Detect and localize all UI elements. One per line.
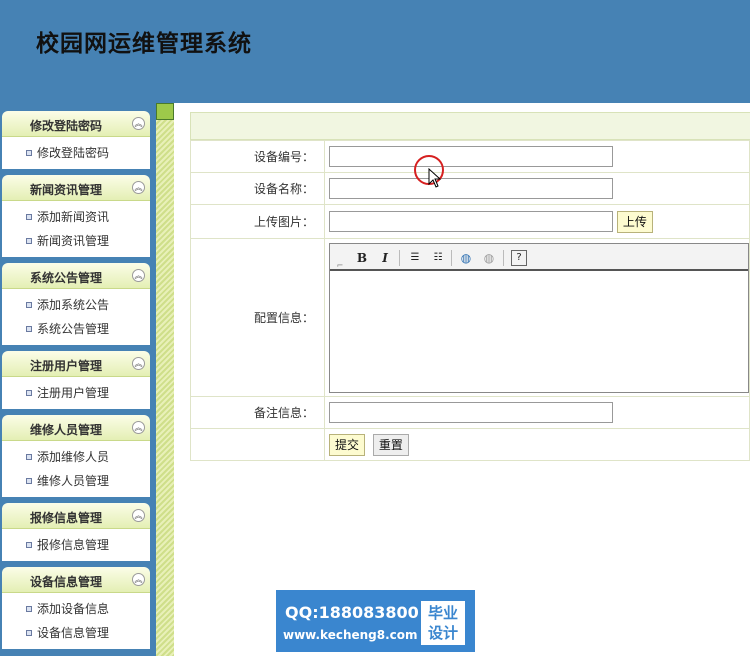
sidebar-item-manage-notice[interactable]: 系统公告管理 <box>2 317 150 341</box>
mouse-pointer-icon <box>428 168 442 188</box>
sidebar-group-header[interactable]: 修改登陆密码 ︽ <box>2 111 150 137</box>
image-path-input[interactable] <box>329 211 613 232</box>
sidebar-item-add-news[interactable]: 添加新闻资讯 <box>2 205 150 229</box>
collapse-icon[interactable]: ︽ <box>132 117 145 130</box>
help-icon[interactable]: ? <box>511 249 527 266</box>
sidebar-group-header[interactable]: 新闻资讯管理 ︽ <box>2 175 150 201</box>
sidebar-group-title: 报修信息管理 <box>29 511 102 525</box>
bullet-icon <box>26 542 32 548</box>
bullet-icon <box>26 606 32 612</box>
toolbar-grip-icon: ⌐ <box>336 260 344 270</box>
watermark-badge-line1: 毕业 <box>427 604 458 622</box>
actions-label-cell <box>190 428 325 461</box>
collapse-icon[interactable]: ︽ <box>132 421 145 434</box>
submit-button[interactable]: 提交 <box>329 433 366 456</box>
toolbar-separator <box>503 249 504 266</box>
upload-label: 上传图片： <box>190 204 325 239</box>
bullet-icon <box>26 150 32 156</box>
watermark-badge-line2: 设计 <box>427 624 458 642</box>
watermark-qq: QQ:188083800 <box>285 603 419 622</box>
sidebar-group-devices: 设备信息管理 ︽ 添加设备信息 设备信息管理 <box>2 567 150 649</box>
editor-toolbar: ⌐ B I ☰ ☷ ◍ ◍ ? <box>330 243 748 271</box>
ordered-list-icon[interactable]: ☰ <box>407 250 423 266</box>
sidebar: 修改登陆密码 ︽ 修改登陆密码 新闻资讯管理 ︽ 添加新闻资讯 新闻资讯管理 系… <box>0 103 156 656</box>
sidebar-group-repairs: 报修信息管理 ︽ 报修信息管理 <box>2 503 150 561</box>
sidebar-group-title: 系统公告管理 <box>29 271 102 285</box>
toggle-sidebar-icon[interactable] <box>156 103 174 120</box>
device-form: 设备编号： 设备名称： 上传图片： 上传 配置信息： ⌐ B I ☰ ☷ ◍ ◍… <box>190 112 750 461</box>
sidebar-item-add-repairman[interactable]: 添加维修人员 <box>2 445 150 469</box>
device-no-input[interactable] <box>329 146 613 167</box>
sidebar-group-header[interactable]: 报修信息管理 ︽ <box>2 503 150 529</box>
remark-input[interactable] <box>329 402 613 423</box>
collapse-icon[interactable]: ︽ <box>132 357 145 370</box>
collapse-icon[interactable]: ︽ <box>132 509 145 522</box>
bullet-icon <box>26 478 32 484</box>
toolbar-separator <box>399 249 400 266</box>
sidebar-group-title: 新闻资讯管理 <box>29 183 102 197</box>
collapse-icon[interactable]: ︽ <box>132 573 145 586</box>
sidebar-item-add-notice[interactable]: 添加系统公告 <box>2 293 150 317</box>
remove-link-icon[interactable]: ◍ <box>481 250 497 266</box>
upload-button[interactable]: 上传 <box>616 210 653 233</box>
editor-content-area[interactable] <box>330 271 748 392</box>
sidebar-group-title: 设备信息管理 <box>29 575 102 589</box>
device-name-input[interactable] <box>329 178 613 199</box>
sidebar-group-header[interactable]: 设备信息管理 ︽ <box>2 567 150 593</box>
bullet-icon <box>26 326 32 332</box>
unordered-list-icon[interactable]: ☷ <box>430 250 446 266</box>
sidebar-group-users: 注册用户管理 ︽ 注册用户管理 <box>2 351 150 409</box>
sidebar-item-manage-users[interactable]: 注册用户管理 <box>2 381 150 405</box>
watermark-badge: 毕业 设计 <box>421 601 465 645</box>
form-header-bar <box>190 112 750 140</box>
sidebar-group-header[interactable]: 系统公告管理 ︽ <box>2 263 150 289</box>
collapse-icon[interactable]: ︽ <box>132 269 145 282</box>
watermark-url: www.kecheng8.com <box>283 628 418 642</box>
sidebar-item-manage-news[interactable]: 新闻资讯管理 <box>2 229 150 253</box>
bold-button[interactable]: B <box>354 250 370 266</box>
sidebar-group-header[interactable]: 注册用户管理 ︽ <box>2 351 150 377</box>
toolbar-separator <box>451 249 452 266</box>
collapse-icon[interactable]: ︽ <box>132 181 145 194</box>
rich-text-editor: ⌐ B I ☰ ☷ ◍ ◍ ? <box>329 242 749 393</box>
app-title: 校园网运维管理系统 <box>36 31 252 57</box>
sidebar-splitter[interactable] <box>156 103 174 656</box>
bullet-icon <box>26 454 32 460</box>
app-header: 校园网运维管理系统 <box>0 0 750 103</box>
form-table: 设备编号： 设备名称： 上传图片： 上传 配置信息： ⌐ B I ☰ ☷ ◍ ◍… <box>190 140 750 461</box>
sidebar-item-manage-repairs[interactable]: 报修信息管理 <box>2 533 150 557</box>
sidebar-group-news: 新闻资讯管理 ︽ 添加新闻资讯 新闻资讯管理 <box>2 175 150 257</box>
sidebar-group-title: 维修人员管理 <box>29 423 102 437</box>
bullet-icon <box>26 390 32 396</box>
bullet-icon <box>26 302 32 308</box>
sidebar-group-repairmen: 维修人员管理 ︽ 添加维修人员 维修人员管理 <box>2 415 150 497</box>
device-no-label: 设备编号： <box>190 140 325 173</box>
remark-label: 备注信息： <box>190 396 325 429</box>
sidebar-item-add-device[interactable]: 添加设备信息 <box>2 597 150 621</box>
watermark-banner: QQ:188083800 www.kecheng8.com 毕业 设计 <box>276 590 475 652</box>
italic-button[interactable]: I <box>377 250 393 266</box>
sidebar-item-manage-repairmen[interactable]: 维修人员管理 <box>2 469 150 493</box>
bullet-icon <box>26 214 32 220</box>
sidebar-group-header[interactable]: 维修人员管理 ︽ <box>2 415 150 441</box>
config-label: 配置信息： <box>190 238 325 397</box>
sidebar-group-title: 注册用户管理 <box>29 359 102 373</box>
sidebar-item-manage-devices[interactable]: 设备信息管理 <box>2 621 150 645</box>
device-name-label: 设备名称： <box>190 172 325 205</box>
sidebar-group-password: 修改登陆密码 ︽ 修改登陆密码 <box>2 111 150 169</box>
bullet-icon <box>26 630 32 636</box>
insert-link-icon[interactable]: ◍ <box>458 250 474 266</box>
sidebar-group-title: 修改登陆密码 <box>29 119 102 133</box>
bullet-icon <box>26 238 32 244</box>
reset-button[interactable]: 重置 <box>372 433 409 456</box>
sidebar-item-change-password[interactable]: 修改登陆密码 <box>2 141 150 165</box>
sidebar-group-notice: 系统公告管理 ︽ 添加系统公告 系统公告管理 <box>2 263 150 345</box>
